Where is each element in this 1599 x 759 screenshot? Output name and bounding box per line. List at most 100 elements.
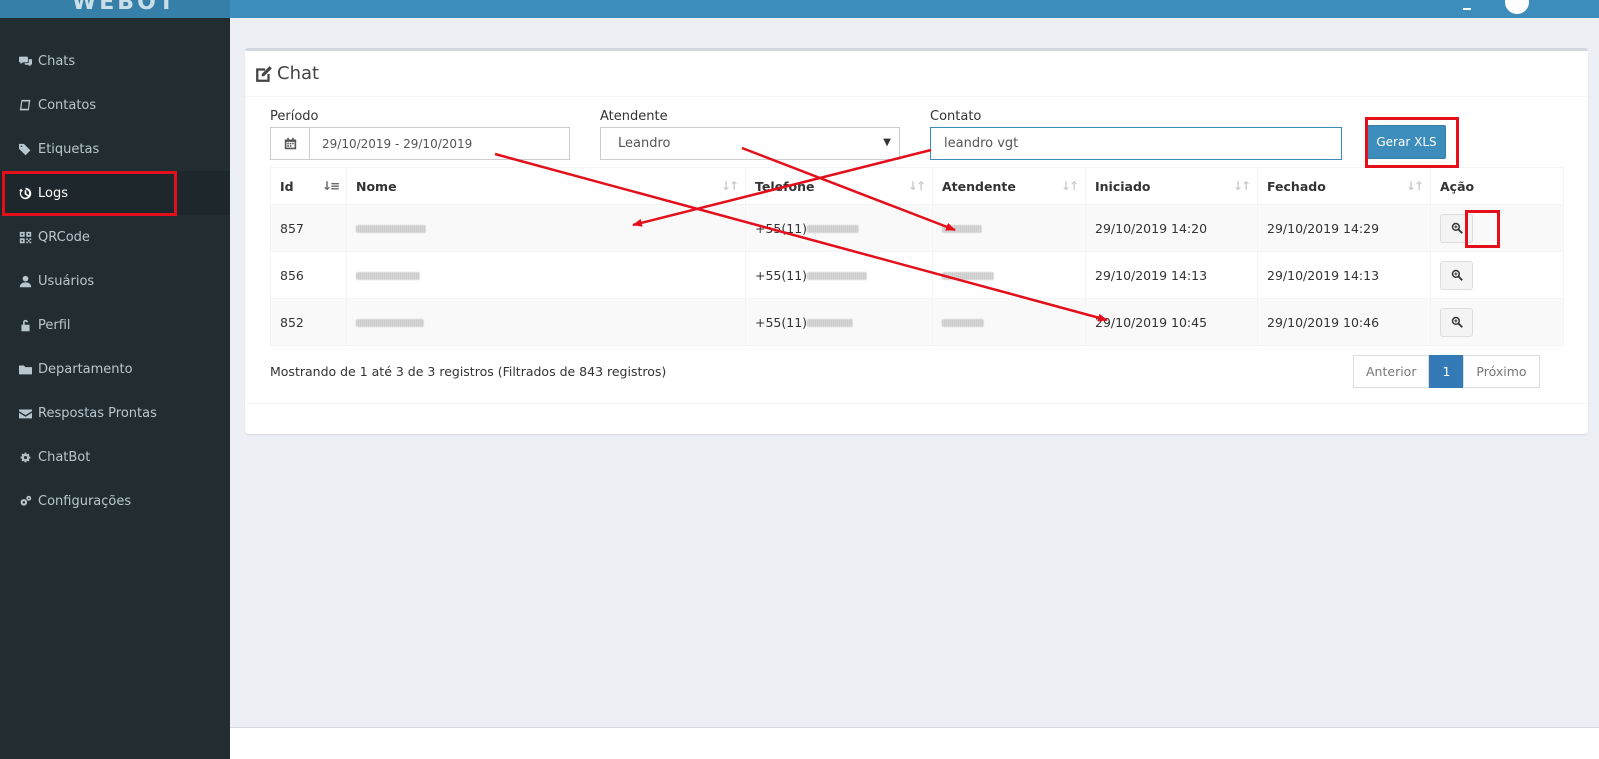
cell-telefone: +55(11) [745, 204, 933, 252]
sidebar-item-chats[interactable]: Chats [0, 39, 230, 83]
cell-id: 856 [270, 251, 347, 299]
contato-input[interactable]: leandro vgt [930, 127, 1342, 160]
sidebar-item-etiquetas[interactable]: Etiquetas [0, 127, 230, 171]
table-row: 852 +55(11) 29/10/2019 10:45 29/10/2019 … [270, 298, 1564, 346]
atendente-label: Atendente [600, 109, 668, 124]
cell-fechado: 29/10/2019 10:46 [1257, 298, 1431, 346]
sidebar-item-chatbot[interactable]: ChatBot [0, 435, 230, 479]
sidebar-item-usuarios[interactable]: Usuários [0, 259, 230, 303]
blurred-phone [807, 272, 868, 280]
chat-log-box: Chat Período 29/10/2019 - 29/10/2019 Ate… [245, 48, 1588, 434]
cell-telefone: +55(11) [745, 251, 933, 299]
blurred-phone [807, 225, 860, 233]
zoom-in-icon [1451, 269, 1463, 281]
column-header-telefone[interactable]: Telefone ↓↑ [745, 167, 933, 205]
sidebar-item-perfil[interactable]: Perfil [0, 303, 230, 347]
sidebar-item-label: QRCode [38, 229, 90, 245]
pagination: Anterior 1 Próximo [1353, 355, 1540, 388]
sidebar-menu: Chats Contatos Etiquetas Logs QRCode Usu… [0, 18, 230, 523]
cell-id: 857 [270, 204, 347, 252]
column-header-iniciado[interactable]: Iniciado ↓↑ [1085, 167, 1258, 205]
blurred-agent [942, 225, 982, 233]
cell-nome [346, 251, 746, 299]
comments-icon [18, 54, 32, 68]
table-info: Mostrando de 1 até 3 de 3 registros (Fil… [270, 364, 667, 379]
column-header-label: Iniciado [1095, 178, 1151, 194]
unlock-icon [18, 318, 32, 332]
next-page-button[interactable]: Próximo [1463, 355, 1540, 388]
sidebar-item-label: Departamento [38, 361, 133, 377]
book-icon [18, 98, 32, 112]
calendar-icon[interactable] [271, 128, 310, 159]
column-header-label: Nome [356, 178, 397, 194]
cell-iniciado: 29/10/2019 14:13 [1085, 251, 1258, 299]
periodo-date-range[interactable]: 29/10/2019 - 29/10/2019 [270, 127, 570, 160]
atendente-select[interactable]: Leandro ▼ [600, 127, 900, 160]
folder-icon [18, 362, 32, 376]
blurred-agent [942, 319, 984, 327]
table-row: 856 +55(11) 29/10/2019 14:13 29/10/2019 … [270, 251, 1564, 299]
column-header-label: Id [280, 178, 294, 194]
sort-desc-icon: ↓≡ [321, 179, 340, 193]
zoom-in-icon [1451, 316, 1463, 328]
sidebar-item-label: Logs [38, 185, 68, 201]
sidebar-item-configuracoes[interactable]: Configurações [0, 479, 230, 523]
column-header-atendente[interactable]: Atendente ↓↑ [932, 167, 1086, 205]
cell-fechado: 29/10/2019 14:13 [1257, 251, 1431, 299]
sidebar-item-label: Respostas Prontas [38, 405, 157, 421]
user-icon [18, 274, 32, 288]
table-header-row: Id ↓≡ Nome ↓↑ Telefone ↓↑ Atendente ↓↑ Inici… [270, 167, 1564, 205]
sidebar-item-logs[interactable]: Logs [0, 171, 230, 215]
main-footer [230, 727, 1599, 759]
column-header-label: Atendente [942, 178, 1016, 194]
cell-acao [1430, 251, 1564, 299]
sidebar-item-label: Chats [38, 53, 76, 69]
cell-iniciado: 29/10/2019 14:20 [1085, 204, 1258, 252]
envelope-icon [18, 406, 32, 420]
sidebar-item-contatos[interactable]: Contatos [0, 83, 230, 127]
blurred-name [356, 225, 426, 233]
column-header-label: Fechado [1267, 178, 1326, 194]
cog-icon [18, 450, 32, 464]
cell-fechado: 29/10/2019 14:29 [1257, 204, 1431, 252]
sidebar-item-label: Contatos [38, 97, 97, 113]
sort-icon: ↓↑ [1232, 179, 1251, 193]
brand-bar: WEBOT [0, 0, 230, 18]
tags-icon [18, 142, 32, 156]
column-header-id[interactable]: Id ↓≡ [270, 167, 347, 205]
sort-icon: ↓↑ [907, 179, 926, 193]
contato-label: Contato [930, 109, 982, 124]
cell-atendente [932, 251, 1086, 299]
blurred-agent [942, 272, 994, 280]
sidebar-item-departamento[interactable]: Departamento [0, 347, 230, 391]
notification-icon[interactable] [1463, 2, 1471, 10]
view-button[interactable] [1440, 307, 1473, 337]
sidebar-item-label: Etiquetas [38, 141, 100, 157]
column-header-nome[interactable]: Nome ↓↑ [346, 167, 746, 205]
zoom-in-icon [1451, 222, 1463, 234]
view-button[interactable] [1440, 260, 1473, 290]
sort-icon: ↓↑ [1405, 179, 1424, 193]
qrcode-icon [18, 230, 32, 244]
user-avatar[interactable] [1505, 0, 1529, 14]
sidebar-item-qrcode[interactable]: QRCode [0, 215, 230, 259]
prev-page-button[interactable]: Anterior [1353, 355, 1430, 388]
cell-acao [1430, 298, 1564, 346]
blurred-name [356, 272, 420, 280]
contato-value: leandro vgt [944, 136, 1019, 151]
gerar-xls-button[interactable]: Gerar XLS [1367, 125, 1446, 159]
top-navbar [230, 0, 1599, 18]
view-button[interactable] [1440, 213, 1473, 243]
sort-icon: ↓↑ [720, 179, 739, 193]
sidebar-item-respostas-prontas[interactable]: Respostas Prontas [0, 391, 230, 435]
history-icon [18, 186, 32, 200]
periodo-input[interactable]: 29/10/2019 - 29/10/2019 [310, 128, 569, 159]
edit-icon [256, 65, 272, 82]
atendente-selected-value: Leandro [618, 136, 671, 151]
blurred-phone [807, 319, 854, 327]
column-header-fechado[interactable]: Fechado ↓↑ [1257, 167, 1431, 205]
caret-down-icon: ▼ [883, 137, 891, 148]
sidebar-item-label: Configurações [38, 493, 132, 509]
page-1-button[interactable]: 1 [1429, 355, 1464, 388]
cell-id: 852 [270, 298, 347, 346]
